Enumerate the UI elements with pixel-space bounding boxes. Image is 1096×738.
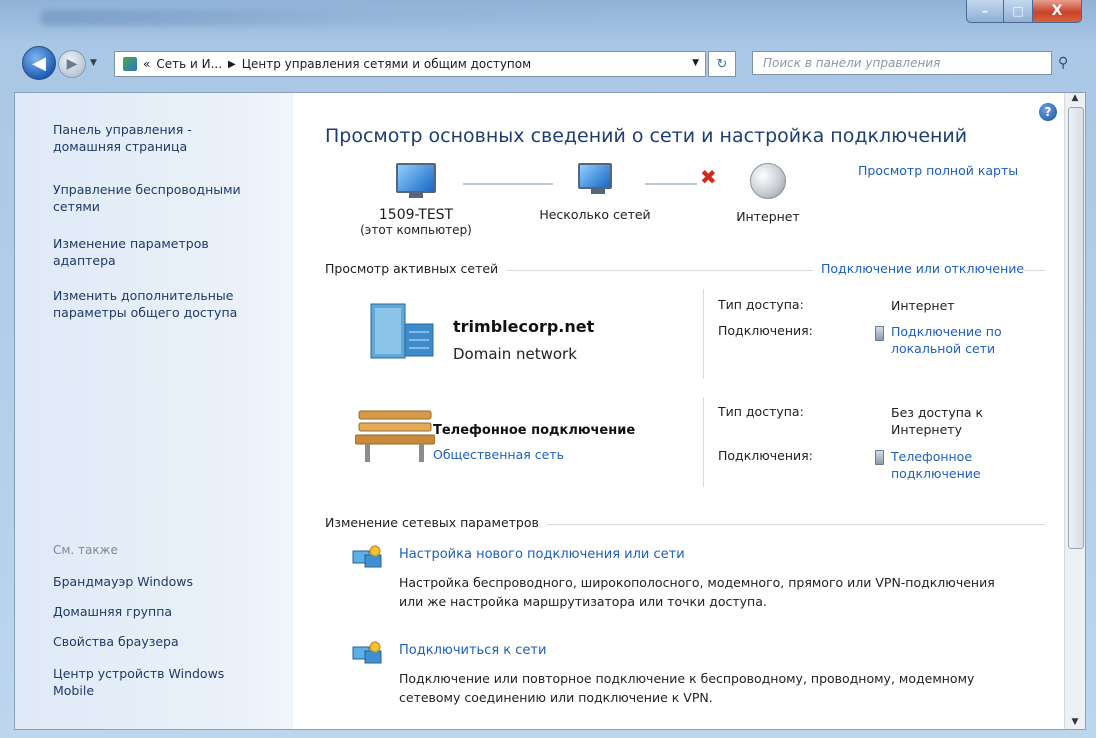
connect-disconnect-link[interactable]: Подключение или отключение <box>813 261 1025 276</box>
forward-button[interactable]: ▶ <box>58 50 86 78</box>
internet-label: Интернет <box>736 209 800 224</box>
breadcrumb-overflow[interactable]: « <box>143 57 150 71</box>
refresh-button[interactable]: ↻ <box>708 51 736 77</box>
see-also-firewall[interactable]: Брандмауэр Windows <box>53 573 193 590</box>
connect-to-network-icon <box>352 641 382 664</box>
internet-globe-icon <box>750 163 786 199</box>
left-link-control-panel-home[interactable]: Панель управления - домашняя страница <box>53 121 253 155</box>
close-button[interactable]: X <box>1033 0 1082 23</box>
breadcrumb-network-center[interactable]: Центр управления сетями и общим доступом <box>242 57 531 71</box>
title-bar: – □ X <box>0 0 1096 40</box>
window-controls: – □ X <box>966 0 1082 23</box>
scroll-up-icon[interactable]: ▲ <box>1065 93 1085 105</box>
navigation-bar: ◀ ▶ ▼ « Сеть и И... ▶ Центр управления с… <box>0 46 1096 82</box>
back-button[interactable]: ◀ <box>22 46 56 80</box>
left-pane: Панель управления - домашняя страница Уп… <box>15 93 293 729</box>
multiple-networks-label: Несколько сетей <box>539 207 651 222</box>
connections-label: Подключения: <box>718 448 813 463</box>
multiple-networks-icon <box>578 163 612 194</box>
active-networks-heading: Просмотр активных сетей <box>325 261 507 276</box>
computer-icon <box>396 163 436 198</box>
connect-to-network-description: Подключение или повторное подключение к … <box>399 671 975 705</box>
see-also-browser-properties[interactable]: Свойства браузера <box>53 633 179 650</box>
access-type-value: Без доступа к Интернету <box>891 405 984 437</box>
breadcrumb-separator-icon[interactable]: ▶ <box>228 59 236 70</box>
window-frame: – □ X ◀ ▶ ▼ « Сеть и И... ▶ Центр управл… <box>0 0 1096 738</box>
content-area: Панель управления - домашняя страница Уп… <box>14 92 1086 730</box>
access-type-value: Интернет <box>891 298 955 313</box>
view-full-map-link[interactable]: Просмотр полной карты <box>858 163 1018 178</box>
public-network-bench-icon <box>355 410 435 462</box>
setup-new-connection-link[interactable]: Настройка нового подключения или сети <box>399 547 685 562</box>
maximize-button[interactable]: □ <box>1004 0 1033 23</box>
help-icon[interactable]: ? <box>1039 103 1057 121</box>
setup-new-connection-description: Настройка беспроводного, широкополосного… <box>399 575 995 609</box>
scroll-down-icon[interactable]: ▼ <box>1065 717 1085 729</box>
main-pane: Просмотр основных сведений о сети и наст… <box>293 93 1063 729</box>
change-settings-heading: Изменение сетевых параметров <box>325 515 547 530</box>
map-link-line-broken <box>645 183 697 185</box>
network-divider <box>703 397 704 487</box>
map-node-networks[interactable]: Несколько сетей <box>525 163 665 222</box>
new-connection-icon <box>352 545 382 568</box>
see-also-label: См. также <box>53 543 118 557</box>
broken-connection-icon: ✖ <box>700 165 717 189</box>
computer-name: 1509-TEST <box>378 207 454 223</box>
minimize-button[interactable]: – <box>966 0 1004 23</box>
network-name: trimblecorp.net <box>453 317 595 336</box>
network-icon <box>123 57 137 71</box>
domain-network-icon <box>370 303 434 359</box>
dialup-connection-icon <box>875 450 884 465</box>
connection-link[interactable]: Телефонное подключение <box>891 448 1021 482</box>
connection-link[interactable]: Подключение по локальной сети <box>891 323 1041 357</box>
see-also-mobile-device-center[interactable]: Центр устройств Windows Mobile <box>53 665 253 699</box>
computer-subtitle: (этот компьютер) <box>360 223 472 237</box>
map-node-internet[interactable]: Интернет <box>723 163 813 224</box>
search-icon[interactable]: ⚲ <box>1058 55 1068 71</box>
network-name: Телефонное подключение <box>433 423 636 438</box>
search-input[interactable]: Поиск в панели управления <box>752 51 1052 75</box>
network-type-link[interactable]: Общественная сеть <box>433 447 564 462</box>
connect-to-network-link[interactable]: Подключиться к сети <box>399 643 546 658</box>
left-link-adapter-settings[interactable]: Изменение параметров адаптера <box>53 235 253 269</box>
page-title: Просмотр основных сведений о сети и наст… <box>325 125 968 147</box>
history-dropdown-icon[interactable]: ▼ <box>90 58 97 68</box>
network-type: Domain network <box>453 345 577 363</box>
network-divider <box>703 289 704 379</box>
map-node-computer: 1509-TEST (этот компьютер) <box>351 163 481 237</box>
breadcrumb-network-internet[interactable]: Сеть и И... <box>156 57 222 71</box>
title-bar-blur <box>40 10 600 26</box>
left-link-advanced-sharing[interactable]: Изменить дополнительные параметры общего… <box>53 287 283 321</box>
vertical-scrollbar[interactable]: ▲ ▼ <box>1064 93 1085 729</box>
address-bar[interactable]: « Сеть и И... ▶ Центр управления сетями … <box>114 51 706 77</box>
scrollbar-thumb[interactable] <box>1068 107 1084 549</box>
see-also-homegroup[interactable]: Домашняя группа <box>53 603 172 620</box>
left-link-manage-wireless[interactable]: Управление беспроводными сетями <box>53 181 283 215</box>
access-type-label: Тип доступа: <box>718 404 804 419</box>
access-type-label: Тип доступа: <box>718 297 804 312</box>
connections-label: Подключения: <box>718 323 813 338</box>
lan-connection-icon <box>875 326 884 341</box>
address-dropdown-icon[interactable]: ▼ <box>692 58 699 68</box>
